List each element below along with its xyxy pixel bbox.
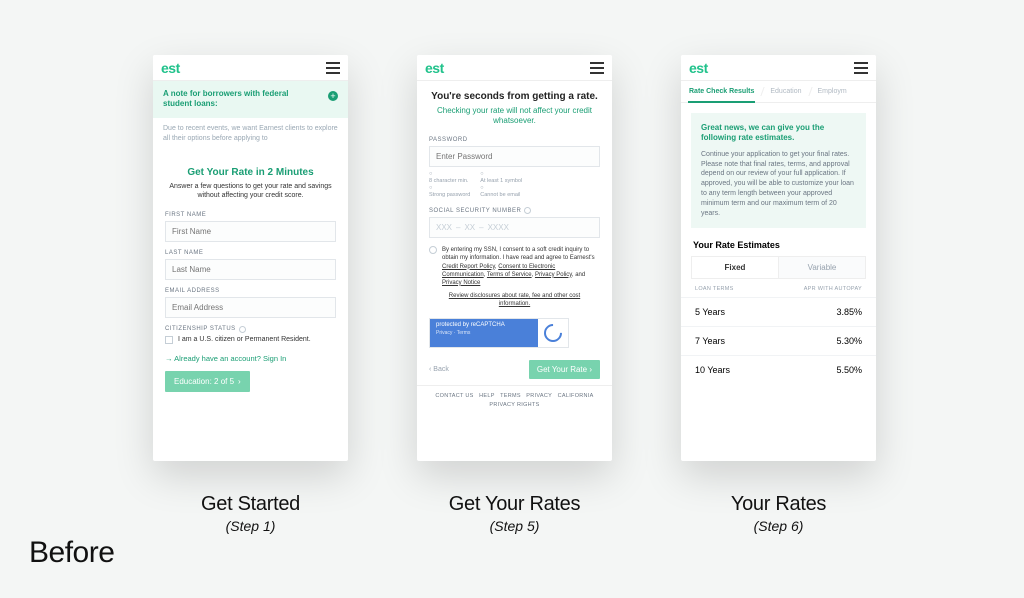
citizenship-text: I am a U.S. citizen or Permanent Residen… bbox=[178, 336, 311, 343]
headline: You're seconds from getting a rate. bbox=[417, 81, 612, 106]
first-name-input[interactable] bbox=[165, 221, 336, 242]
consent-text: By entering my SSN, I consent to a soft … bbox=[442, 246, 600, 286]
tab-variable[interactable]: Variable bbox=[778, 257, 865, 278]
password-input[interactable] bbox=[429, 146, 600, 167]
signin-link[interactable]: → Already have an account? Sign In bbox=[165, 354, 336, 363]
topbar: est bbox=[417, 55, 612, 81]
citizenship-label: CITIZENSHIP STATUS bbox=[165, 326, 336, 333]
hamburger-icon[interactable] bbox=[590, 62, 604, 74]
subhead: Checking your rate will not affect your … bbox=[417, 106, 612, 137]
ssn-label: SOCIAL SECURITY NUMBER bbox=[429, 207, 600, 214]
form-title: Get Your Rate in 2 Minutes bbox=[165, 167, 336, 178]
citizenship-checkbox-row[interactable]: I am a U.S. citizen or Permanent Residen… bbox=[165, 336, 336, 344]
education-step-button[interactable]: Education: 2 of 5› bbox=[165, 371, 250, 392]
great-news-title: Great news, we can give you the followin… bbox=[701, 123, 856, 144]
caption-3: Your Rates (Step 6) bbox=[681, 493, 876, 534]
password-requirements: ○ 8 character min.○ Strong password ○ At… bbox=[429, 171, 600, 200]
disclosure-link[interactable]: Review disclosures about rate, fee and o… bbox=[429, 293, 600, 309]
info-icon[interactable] bbox=[524, 207, 531, 214]
progress-tabs: Rate Check Results Education Employm bbox=[681, 81, 876, 103]
footer-links: CONTACT US HELP TERMS PRIVACY CALIFORNIA… bbox=[417, 385, 612, 416]
footer-help[interactable]: HELP bbox=[479, 393, 495, 399]
footer-terms[interactable]: TERMS bbox=[500, 393, 521, 399]
screen-your-rates: est Rate Check Results Education Employm… bbox=[681, 55, 876, 461]
caption-1: Get Started (Step 1) bbox=[153, 493, 348, 534]
last-name-label: LAST NAME bbox=[165, 250, 336, 256]
banner-title: A note for borrowers with federal studen… bbox=[163, 89, 313, 110]
tab-education[interactable]: Education bbox=[762, 81, 809, 102]
checkbox-icon[interactable] bbox=[165, 336, 173, 344]
recaptcha-icon bbox=[544, 324, 562, 342]
notice-banner[interactable]: A note for borrowers with federal studen… bbox=[153, 81, 348, 118]
hamburger-icon[interactable] bbox=[326, 62, 340, 74]
password-label: PASSWORD bbox=[429, 137, 600, 143]
brand-logo[interactable]: est bbox=[425, 60, 444, 76]
tab-employment[interactable]: Employm bbox=[810, 81, 855, 102]
topbar: est bbox=[153, 55, 348, 81]
brand-logo[interactable]: est bbox=[161, 60, 180, 76]
ssn-input[interactable]: XXX– XX– XXXX bbox=[429, 217, 600, 238]
table-row[interactable]: 7 Years5.30% bbox=[681, 326, 876, 355]
caption-2: Get Your Rates (Step 5) bbox=[417, 493, 612, 534]
recaptcha-badge[interactable]: protected by reCAPTCHA Privacy · Terms bbox=[429, 318, 569, 348]
consent-row[interactable]: By entering my SSN, I consent to a soft … bbox=[429, 246, 600, 286]
before-label: Before bbox=[29, 536, 114, 570]
tab-rate-check[interactable]: Rate Check Results bbox=[681, 81, 762, 102]
fixed-variable-tabs: Fixed Variable bbox=[691, 256, 866, 279]
form-subtitle: Answer a few questions to get your rate … bbox=[165, 182, 336, 200]
great-news-body: Continue your application to get your fi… bbox=[701, 150, 856, 219]
banner-body: Due to recent events, we want Earnest cl… bbox=[153, 118, 348, 158]
topbar: est bbox=[681, 55, 876, 81]
email-input[interactable] bbox=[165, 297, 336, 318]
table-row[interactable]: 10 Years5.50% bbox=[681, 355, 876, 384]
rate-table-head: LOAN TERMSAPR WITH AUTOPAY bbox=[681, 279, 876, 297]
tab-fixed[interactable]: Fixed bbox=[692, 257, 778, 278]
footer-privacy[interactable]: PRIVACY bbox=[526, 393, 552, 399]
table-row[interactable]: 5 Years3.85% bbox=[681, 297, 876, 326]
email-label: EMAIL ADDRESS bbox=[165, 288, 336, 294]
great-news-card: Great news, we can give you the followin… bbox=[691, 113, 866, 228]
expand-icon[interactable]: + bbox=[328, 91, 338, 101]
footer-contact[interactable]: CONTACT US bbox=[435, 393, 473, 399]
get-rate-button[interactable]: Get Your Rate › bbox=[529, 360, 600, 379]
rate-estimates-title: Your Rate Estimates bbox=[681, 228, 876, 256]
chevron-right-icon: › bbox=[238, 377, 241, 386]
screen-get-started: est A note for borrowers with federal st… bbox=[153, 55, 348, 461]
first-name-label: FIRST NAME bbox=[165, 212, 336, 218]
info-icon[interactable] bbox=[239, 326, 246, 333]
screen-get-your-rates: est You're seconds from getting a rate. … bbox=[417, 55, 612, 461]
back-button[interactable]: ‹ Back bbox=[429, 366, 449, 373]
hamburger-icon[interactable] bbox=[854, 62, 868, 74]
consent-checkbox[interactable] bbox=[429, 246, 437, 254]
brand-logo[interactable]: est bbox=[689, 60, 708, 76]
last-name-input[interactable] bbox=[165, 259, 336, 280]
